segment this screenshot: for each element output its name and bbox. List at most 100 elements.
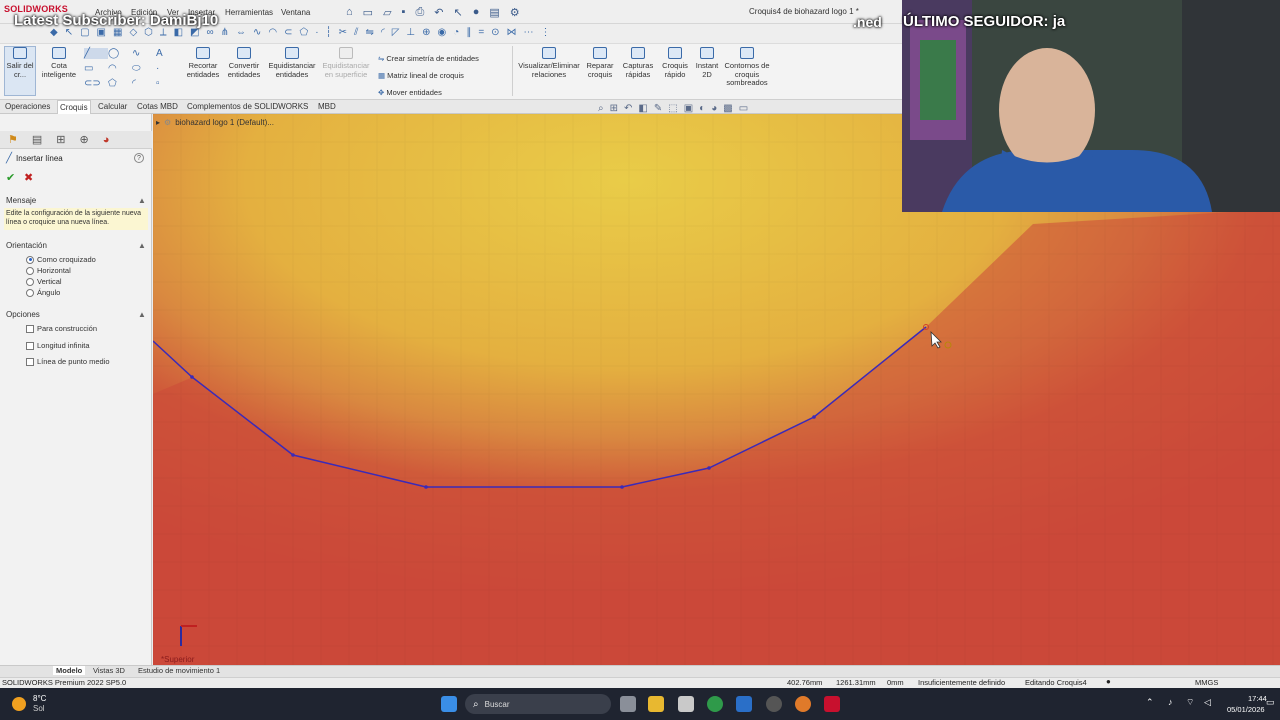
- radio-horizontal[interactable]: Horizontal: [26, 266, 71, 275]
- checkbox-para-construccion[interactable]: Para construcción: [26, 324, 97, 333]
- mirror-icon[interactable]: ⇋: [365, 27, 373, 38]
- collapse-orientacion-icon[interactable]: ▲: [138, 241, 146, 250]
- configuration-manager-icon[interactable]: ⊞: [56, 133, 65, 146]
- offset-entities-button[interactable]: Equidistanciar entidades: [266, 47, 318, 79]
- browser-icon[interactable]: [795, 696, 811, 712]
- view-settings-icon[interactable]: ▭: [739, 103, 748, 114]
- rapid-sketch-button[interactable]: Croquis rápido: [659, 47, 691, 79]
- fillet-tool-icon[interactable]: ◜: [132, 78, 156, 89]
- trim-entities-button[interactable]: Recortar entidades: [184, 47, 222, 79]
- select-arrow-icon[interactable]: ↖: [453, 6, 462, 19]
- tray-chevron-icon[interactable]: ⌃: [1146, 697, 1154, 708]
- tab-modelo[interactable]: Modelo: [53, 666, 86, 675]
- tangent-icon[interactable]: ◔: [453, 27, 459, 38]
- store-icon[interactable]: [678, 696, 694, 712]
- radio-como-croquizado[interactable]: Como croquizado: [26, 255, 96, 264]
- linear-pattern-button[interactable]: ▦ Matriz lineal de croquis: [378, 67, 479, 84]
- display-manager-icon[interactable]: ◕: [103, 134, 110, 146]
- sketch-point-icon[interactable]: ·: [156, 63, 180, 74]
- symmetric-icon[interactable]: ⋈: [507, 27, 517, 38]
- tab-complementos[interactable]: Complementos de SOLIDWORKS: [187, 102, 308, 111]
- align-icon[interactable]: ⋔: [221, 27, 229, 38]
- checkbox[interactable]: [26, 324, 34, 333]
- previous-view-icon[interactable]: ↶: [624, 103, 632, 114]
- equal-icon[interactable]: =: [478, 27, 484, 38]
- plane-tool-icon[interactable]: ▫: [156, 78, 180, 89]
- checkbox-longitud-infinita[interactable]: Longitud infinita: [26, 341, 90, 350]
- clock-time[interactable]: 17:44: [1248, 694, 1267, 703]
- solidworks-taskbar-icon[interactable]: [824, 696, 840, 712]
- tab-estudio-movimiento[interactable]: Estudio de movimiento 1: [138, 666, 220, 675]
- quick-snaps-button[interactable]: Capturas rápidas: [620, 47, 656, 79]
- checkbox[interactable]: [26, 341, 34, 350]
- display-relations-button[interactable]: Visualizar/Eliminar relaciones: [516, 47, 582, 79]
- print-icon[interactable]: ⎙: [415, 6, 424, 19]
- tab-croquis[interactable]: Croquis: [57, 100, 91, 114]
- relation-icon[interactable]: ⊥: [406, 27, 415, 38]
- unit-system[interactable]: MMGS: [1195, 678, 1218, 687]
- notification-icon[interactable]: ▭: [1266, 697, 1275, 708]
- volume-icon[interactable]: ◁: [1204, 697, 1211, 708]
- arc-icon[interactable]: ◠: [268, 27, 277, 38]
- exit-sketch-button[interactable]: Salir del cr...: [6, 47, 34, 79]
- slot-tool-icon[interactable]: ⊂⊃: [84, 78, 108, 89]
- convert-entities-button[interactable]: Convertir entidades: [225, 47, 263, 79]
- cancel-x-icon[interactable]: ✖: [24, 171, 33, 184]
- expand-arrow-icon[interactable]: ▸: [156, 118, 160, 127]
- feature-tree-flyout[interactable]: ▸ ⚙ biohazard logo 1 (Default)...: [156, 118, 274, 127]
- checkbox[interactable]: [26, 357, 34, 366]
- save-icon[interactable]: ▪: [402, 6, 406, 19]
- property-manager-icon[interactable]: ▤: [32, 133, 42, 146]
- centerline-icon[interactable]: ┆: [326, 27, 332, 38]
- midpoint-icon[interactable]: ⊙: [491, 27, 499, 38]
- tab-cotas-mbd[interactable]: Cotas MBD: [137, 102, 178, 111]
- polygon-tool-icon[interactable]: ⬠: [108, 78, 132, 89]
- dimension-icon[interactable]: ⇔: [236, 27, 246, 38]
- view-orientation-icon[interactable]: ⬚: [668, 103, 677, 114]
- mensaje-section-header[interactable]: Mensaje: [6, 196, 36, 205]
- checkbox-linea-punto-medio[interactable]: Línea de punto medio: [26, 357, 110, 366]
- spline-icon[interactable]: ∿: [253, 27, 261, 38]
- line-tool-icon[interactable]: ╱: [84, 48, 108, 59]
- task-view-icon[interactable]: [620, 696, 636, 712]
- display-style-icon[interactable]: ▣: [684, 103, 693, 114]
- polygon-icon[interactable]: ⬠: [300, 27, 309, 38]
- menu-herramientas[interactable]: Herramientas: [225, 8, 273, 17]
- dynamic-annotation-icon[interactable]: ✎: [654, 103, 662, 114]
- radio-button[interactable]: [26, 288, 34, 297]
- mirror-entities-button[interactable]: ⇋ Crear simetría de entidades: [378, 50, 479, 67]
- section-view-icon[interactable]: ◧: [638, 103, 647, 114]
- dimxpert-icon[interactable]: ⊕: [80, 133, 89, 146]
- tab-operaciones[interactable]: Operaciones: [5, 102, 50, 111]
- shaded-contours-button[interactable]: Contornos de croquis sombreados: [724, 47, 770, 88]
- ok-check-icon[interactable]: ✔: [6, 171, 15, 184]
- file-explorer-icon[interactable]: [648, 696, 664, 712]
- app-icon[interactable]: [736, 696, 752, 712]
- offset-icon[interactable]: ⫽: [354, 27, 358, 38]
- undo-icon[interactable]: ↶: [434, 6, 443, 19]
- appearance-icon[interactable]: ◕: [711, 103, 717, 114]
- rebuild-icon[interactable]: ●: [473, 6, 480, 19]
- text-tool-icon[interactable]: A: [156, 48, 180, 59]
- rebuild-status-icon[interactable]: ●: [1106, 677, 1111, 686]
- windows-start-icon[interactable]: [441, 696, 457, 712]
- radio-button[interactable]: [26, 266, 34, 275]
- more-tools-icon[interactable]: ⋮: [541, 27, 551, 38]
- collinear-icon[interactable]: ⋯: [524, 27, 534, 38]
- circle-tool-icon[interactable]: ◯: [108, 48, 132, 59]
- move-entities-button[interactable]: ✥ Mover entidades: [378, 84, 479, 101]
- open-folder-icon[interactable]: ▱: [383, 6, 391, 19]
- point-icon[interactable]: ·: [315, 27, 318, 38]
- help-icon[interactable]: ?: [134, 153, 144, 163]
- file-properties-icon[interactable]: ▤: [489, 6, 499, 19]
- weather-sun-icon[interactable]: [12, 697, 26, 711]
- repair-sketch-button[interactable]: Reparar croquis: [584, 47, 616, 79]
- tab-vistas-3d[interactable]: Vistas 3D: [93, 666, 125, 675]
- obs-icon[interactable]: [766, 696, 782, 712]
- chrome-icon[interactable]: [707, 696, 723, 712]
- trim-icon[interactable]: ✂: [339, 27, 347, 38]
- tab-calcular[interactable]: Calcular: [98, 102, 127, 111]
- scene-icon[interactable]: ▩: [723, 103, 732, 114]
- coincident-icon[interactable]: ◉: [438, 27, 447, 38]
- arc-tool-icon[interactable]: ◠: [108, 63, 132, 74]
